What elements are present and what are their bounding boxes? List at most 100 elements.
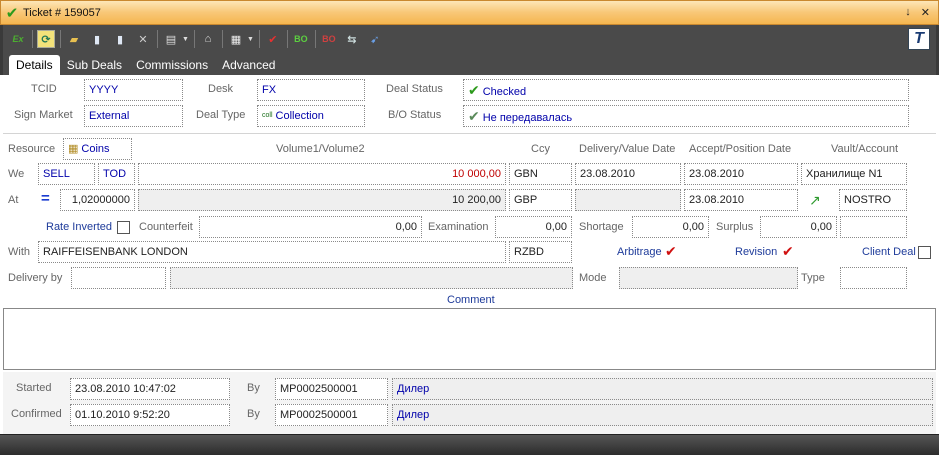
- counterfeit-label: Counterfeit: [139, 221, 193, 233]
- ccy-header: Ccy: [531, 143, 550, 155]
- toolbar-separator: [60, 30, 61, 48]
- volume1-field[interactable]: 10 000,00: [138, 163, 506, 185]
- resource-field[interactable]: ▦ Coins: [63, 138, 132, 160]
- mode-label: Mode: [579, 272, 607, 284]
- surplus-label: Surplus: [716, 221, 754, 233]
- we-tod-field[interactable]: TOD: [98, 163, 135, 185]
- home-icon[interactable]: ⌂: [199, 30, 217, 48]
- new-document-icon[interactable]: ▮: [88, 30, 106, 48]
- accept-date2-field[interactable]: 23.08.2010: [684, 189, 798, 211]
- surplus-field[interactable]: 0,00: [760, 216, 837, 238]
- toolbar-separator: [193, 30, 195, 48]
- type-label: Type: [801, 272, 825, 284]
- tab-commissions[interactable]: Commissions: [129, 55, 215, 75]
- split-icon[interactable]: ⇆: [343, 30, 361, 48]
- account-field[interactable]: NOSTRO: [839, 189, 907, 211]
- deal-type-field[interactable]: coll Collection: [257, 105, 365, 127]
- accept-date1-field[interactable]: 23.08.2010: [684, 163, 798, 185]
- started-label: Started: [16, 382, 52, 394]
- mode-field[interactable]: [619, 267, 798, 289]
- ccy1-field[interactable]: GBN: [509, 163, 572, 185]
- started-by-label: By: [247, 382, 260, 394]
- value-date-field[interactable]: [575, 189, 681, 211]
- counterfeit-field[interactable]: 0,00: [199, 216, 422, 238]
- account-swap-icon[interactable]: ↗: [809, 192, 821, 209]
- cancel-bo-icon[interactable]: BO: [320, 30, 338, 48]
- bo-status-field[interactable]: ✔ Не передавалась: [463, 105, 909, 127]
- print-icon[interactable]: ▤: [162, 30, 180, 48]
- refresh-icon[interactable]: ⟳: [37, 30, 55, 48]
- confirmed-by-label: By: [247, 408, 260, 420]
- delivery-by-label: Delivery by: [8, 272, 63, 284]
- comment-label: Comment: [447, 294, 495, 306]
- started-field[interactable]: 23.08.2010 10:47:02: [70, 378, 230, 400]
- started-by-name-field[interactable]: Дилер: [392, 378, 933, 400]
- ccy2-field[interactable]: GBP: [509, 189, 572, 211]
- confirmed-field[interactable]: 01.10.2010 9:52:20: [70, 404, 230, 426]
- sign-market-label: Sign Market: [14, 109, 73, 121]
- confirmed-by-id-field[interactable]: MP0002500001: [275, 404, 388, 426]
- coins-icon: ▦: [68, 143, 79, 155]
- section-divider: [3, 133, 936, 134]
- vault-header: Vault/Account: [831, 143, 899, 155]
- tab-strip: Details Sub Deals Commissions Advanced: [0, 53, 939, 75]
- toolbar-separator: [314, 30, 316, 48]
- deal-status-field[interactable]: ✔ Checked: [463, 79, 909, 101]
- type-field[interactable]: [840, 267, 907, 289]
- deal-type-label: Deal Type: [196, 109, 246, 121]
- toolbar-separator: [286, 30, 288, 48]
- check-icon: ✔: [5, 4, 19, 22]
- arbitrage-check-icon[interactable]: ✔: [665, 243, 677, 260]
- revision-check-icon[interactable]: ✔: [782, 243, 794, 260]
- open-folder-icon[interactable]: ▰: [65, 30, 83, 48]
- extra-field[interactable]: [840, 216, 907, 238]
- revision-label: Revision: [735, 246, 778, 258]
- comment-textarea[interactable]: [3, 308, 936, 370]
- accept-date-header: Accept/Position Date: [689, 143, 792, 155]
- delivery-date-field[interactable]: 23.08.2010: [575, 163, 681, 185]
- with-code-field[interactable]: RZBD: [509, 241, 572, 263]
- sign-market-field[interactable]: External: [84, 105, 183, 127]
- volume-header: Volume1/Volume2: [276, 143, 365, 155]
- tcid-field[interactable]: YYYY: [84, 79, 183, 101]
- status-bar: [0, 434, 939, 455]
- with-field[interactable]: RAIFFEISENBANK LONDON: [38, 241, 506, 263]
- details-panel: TCID YYYY Desk FX Deal Status ✔ Checked S…: [3, 75, 936, 434]
- deal-status-value: Checked: [482, 86, 527, 98]
- toolbar: Ex ⟳ ▰ ▮ ▮ ✕ ▤ ▼ ⌂ ▦ ▼ ✔ BO BO ⇆ ➹ T: [0, 25, 939, 53]
- desk-label: Desk: [208, 83, 234, 95]
- close-button[interactable]: ✕: [921, 6, 930, 19]
- started-by-id-field[interactable]: MP0002500001: [275, 378, 388, 400]
- examination-field[interactable]: 0,00: [495, 216, 572, 238]
- deal-type-value: Collection: [275, 110, 324, 122]
- list-icon[interactable]: ▦: [227, 30, 245, 48]
- rate-inverted-checkbox[interactable]: [117, 221, 130, 234]
- print-dropdown-icon[interactable]: ▼: [182, 36, 189, 43]
- rate-field[interactable]: 1,02000000: [60, 189, 135, 211]
- checked-icon: ✔: [468, 82, 480, 98]
- volume2-field[interactable]: 10 200,00: [138, 189, 506, 211]
- desk-field[interactable]: FX: [257, 79, 365, 101]
- delivery-date-header: Delivery/Value Date: [579, 143, 676, 155]
- delivery-by-name-field[interactable]: [170, 267, 573, 289]
- tcid-label: TCID: [31, 83, 57, 95]
- tab-advanced[interactable]: Advanced: [215, 55, 282, 75]
- pin-button[interactable]: ↓: [905, 6, 911, 19]
- vault-field[interactable]: Хранилище N1: [801, 163, 907, 185]
- with-label: With: [8, 246, 30, 258]
- delivery-by-field[interactable]: [71, 267, 166, 289]
- we-side-field[interactable]: SELL: [38, 163, 95, 185]
- arrow-icon[interactable]: ➹: [366, 30, 384, 48]
- bo-check-icon[interactable]: BO: [292, 30, 310, 48]
- tab-details[interactable]: Details: [9, 55, 60, 75]
- client-deal-checkbox[interactable]: [918, 246, 931, 259]
- shortage-field[interactable]: 0,00: [632, 216, 709, 238]
- shortage-label: Shortage: [579, 221, 624, 233]
- tab-sub-deals[interactable]: Sub Deals: [60, 55, 129, 75]
- copy-document-icon[interactable]: ▮: [111, 30, 129, 48]
- tools-icon[interactable]: ✕: [134, 30, 152, 48]
- confirmed-by-name-field[interactable]: Дилер: [392, 404, 933, 426]
- list-dropdown-icon[interactable]: ▼: [247, 36, 254, 43]
- exit-icon[interactable]: Ex: [9, 30, 27, 48]
- approve-icon[interactable]: ✔: [264, 30, 282, 48]
